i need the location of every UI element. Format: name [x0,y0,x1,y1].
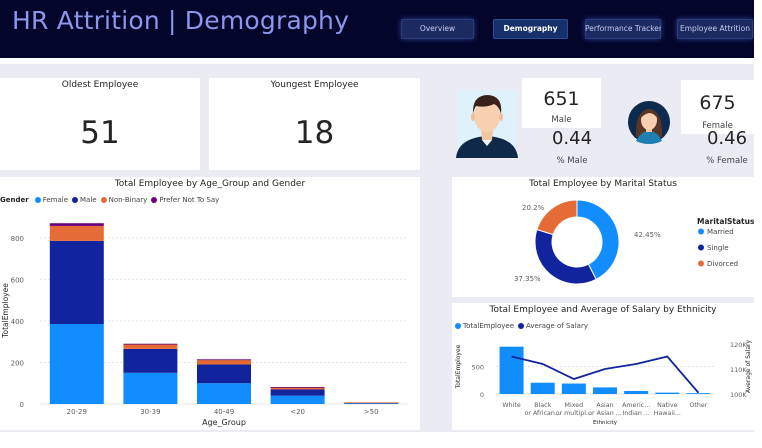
x-axis-title: Age_Group [202,418,246,427]
y-tick-label: 600 [11,276,24,284]
youngest-employee-title: Youngest Employee [270,80,359,90]
x-tick-label: Black [534,402,551,409]
header-divider [0,58,754,64]
ethnicity-bar [686,393,711,394]
youngest-employee-card[interactable]: Youngest Employee 18 [209,78,420,170]
ethnicity-bar [624,390,649,394]
x-tick-label-line2: Indian ... [622,410,649,417]
y-tick-label: 500 [472,364,484,372]
female-percent-value: 0.46 [706,128,748,149]
marital-legend-item: Divorced [707,260,738,268]
page-edge [754,0,762,448]
dashboard: HR Attrition | Demography Overview Demog… [0,0,762,448]
legend-dot [698,260,704,267]
x-tick-label: Americ... [622,402,650,409]
age-group-chart[interactable]: 0 200 400 600 800 20-29 30-39 40-49 <20 >50 Age_Gr… [0,177,420,430]
ethnicity-bar [593,387,617,394]
ethnicity-bar [561,383,586,394]
oldest-employee-title: Oldest Employee [61,80,139,90]
ethnicity-bar [530,382,555,394]
x-tick-label: Mixed [565,402,584,409]
female-percent-label: % Female [706,156,748,166]
x-tick-label: Asian [596,402,613,409]
oldest-employee-card[interactable]: Oldest Employee 51 [0,78,200,170]
page-footer-strip [0,432,754,448]
donut-slice [534,228,597,285]
y-axis-title: TotalEmployee [455,344,462,389]
female-count-card[interactable]: 675 Female [681,80,754,134]
bar-segment [49,240,104,325]
y-tick-label: 800 [11,235,24,243]
page-title: HR Attrition | Demography [12,6,350,35]
x-tick-label: Native [657,402,678,409]
marital-legend-title: MaritalStatus [697,217,754,226]
y-tick-label: 0 [20,401,24,409]
slice-data-label: 37.35% [514,275,541,283]
bar-segment [49,225,104,241]
x-tick-label: 30-39 [140,408,160,416]
x-tick-label: White [502,402,520,409]
bar-segment [123,344,178,349]
marital-legend-item: Single [707,244,729,252]
bar-segment [270,387,325,390]
bar-segment [123,348,178,373]
bar-segment [49,223,104,226]
bar-segment [197,364,251,384]
legend-dot [698,228,704,235]
ethnicity-chart-card[interactable]: Total Employee and Average of Salary by … [452,303,754,430]
bar-segment [123,343,178,345]
oldest-employee-value: 51 [80,115,120,151]
x-tick-label: 20-29 [67,408,87,416]
x-tick-label-line2: or Asian ... [588,410,622,417]
nav-demography-button[interactable]: Demography [493,19,568,39]
age-group-chart-card[interactable]: Total Employee by Age_Group and Gender G… [0,177,420,430]
x-tick-label-line2: Hawaii... [654,410,681,417]
y-tick-label: 200 [11,359,24,367]
bar-segment [197,383,251,404]
legend-dot [698,244,704,251]
male-count-card[interactable]: 651 Male [522,78,601,128]
male-count-value: 651 [543,88,580,110]
bar-segment [49,324,104,404]
x-axis-title: Ethnicity [593,420,618,426]
slice-data-label: 20.2% [522,204,545,212]
marital-status-chart[interactable]: 42.45% 37.35% 20.2% MaritalStatus Married Sin… [452,177,754,297]
nav-performance-tracker-button[interactable]: Performance Tracker [585,19,661,39]
bar-segment [197,359,251,361]
nav-overview-button[interactable]: Overview [401,19,474,39]
header-bar: HR Attrition | Demography Overview Demog… [0,0,754,58]
x-tick-label: >50 [364,408,379,416]
youngest-employee-value: 18 [294,115,335,151]
marital-status-chart-card[interactable]: Total Employee by Marital Status 42.45% 3… [452,177,754,297]
y-tick-label: 0 [480,391,484,399]
bar-segment [344,402,399,404]
bar-segment [270,386,325,388]
x-tick-label: 40-49 [214,408,234,416]
x-tick-label-line2: or multipl... [556,410,592,417]
male-percent-value: 0.44 [551,128,593,149]
ethnicity-chart[interactable]: 0500100K110K120KWhite Blackor African...M… [452,303,754,430]
bar-segment [123,372,178,404]
x-tick-label: <20 [290,408,305,416]
x-tick-label: Other [689,402,707,409]
bar-segment [270,395,325,404]
y-right-axis-title: Average of Salary [745,340,752,394]
nav-employee-attrition-button[interactable]: Employee Attrition [677,19,753,39]
female-count-value: 675 [699,92,736,114]
male-percent-label: % Male [556,156,588,166]
male-avatar-icon [452,86,522,158]
male-count-label: Male [551,115,572,125]
y-tick-label: 400 [11,318,24,326]
bar-segment [197,359,251,365]
slice-data-label: 42.45% [634,231,661,239]
y-axis-title: TotalEmployee [1,283,10,339]
ethnicity-bar [655,392,680,394]
female-avatar-icon [627,97,671,147]
ethnicity-bar [499,346,524,394]
bar-segment [270,389,325,396]
marital-legend-item: Married [707,228,734,236]
